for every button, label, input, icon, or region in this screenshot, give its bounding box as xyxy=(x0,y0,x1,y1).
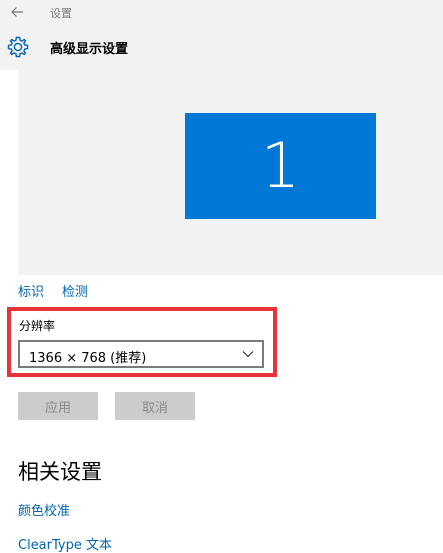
display-preview-area: 1 xyxy=(18,70,443,275)
gear-icon xyxy=(7,36,29,58)
monitor-number: 1 xyxy=(260,129,301,202)
related-settings-heading: 相关设置 xyxy=(18,460,102,484)
detect-link[interactable]: 检测 xyxy=(62,281,88,300)
cleartype-text-link[interactable]: ClearType 文本 xyxy=(18,534,112,553)
resolution-selected-value: 1366 × 768 (推荐) xyxy=(29,351,147,366)
color-calibration-link[interactable]: 颜色校准 xyxy=(18,500,70,519)
resolution-label: 分辨率 xyxy=(19,319,56,333)
monitor-tile-1[interactable]: 1 xyxy=(185,113,376,219)
resolution-dropdown[interactable]: 1366 × 768 (推荐) xyxy=(18,340,264,368)
cancel-button[interactable]: 取消 xyxy=(115,392,195,420)
title-bar: 设置 xyxy=(0,0,443,24)
apply-button[interactable]: 应用 xyxy=(18,392,98,420)
page-title: 高级显示设置 xyxy=(50,42,129,57)
window-title: 设置 xyxy=(50,7,72,20)
back-arrow-icon[interactable] xyxy=(9,4,25,20)
chevron-down-icon xyxy=(242,351,254,358)
page-header: 高级显示设置 xyxy=(0,24,443,70)
identify-link[interactable]: 标识 xyxy=(18,281,44,300)
